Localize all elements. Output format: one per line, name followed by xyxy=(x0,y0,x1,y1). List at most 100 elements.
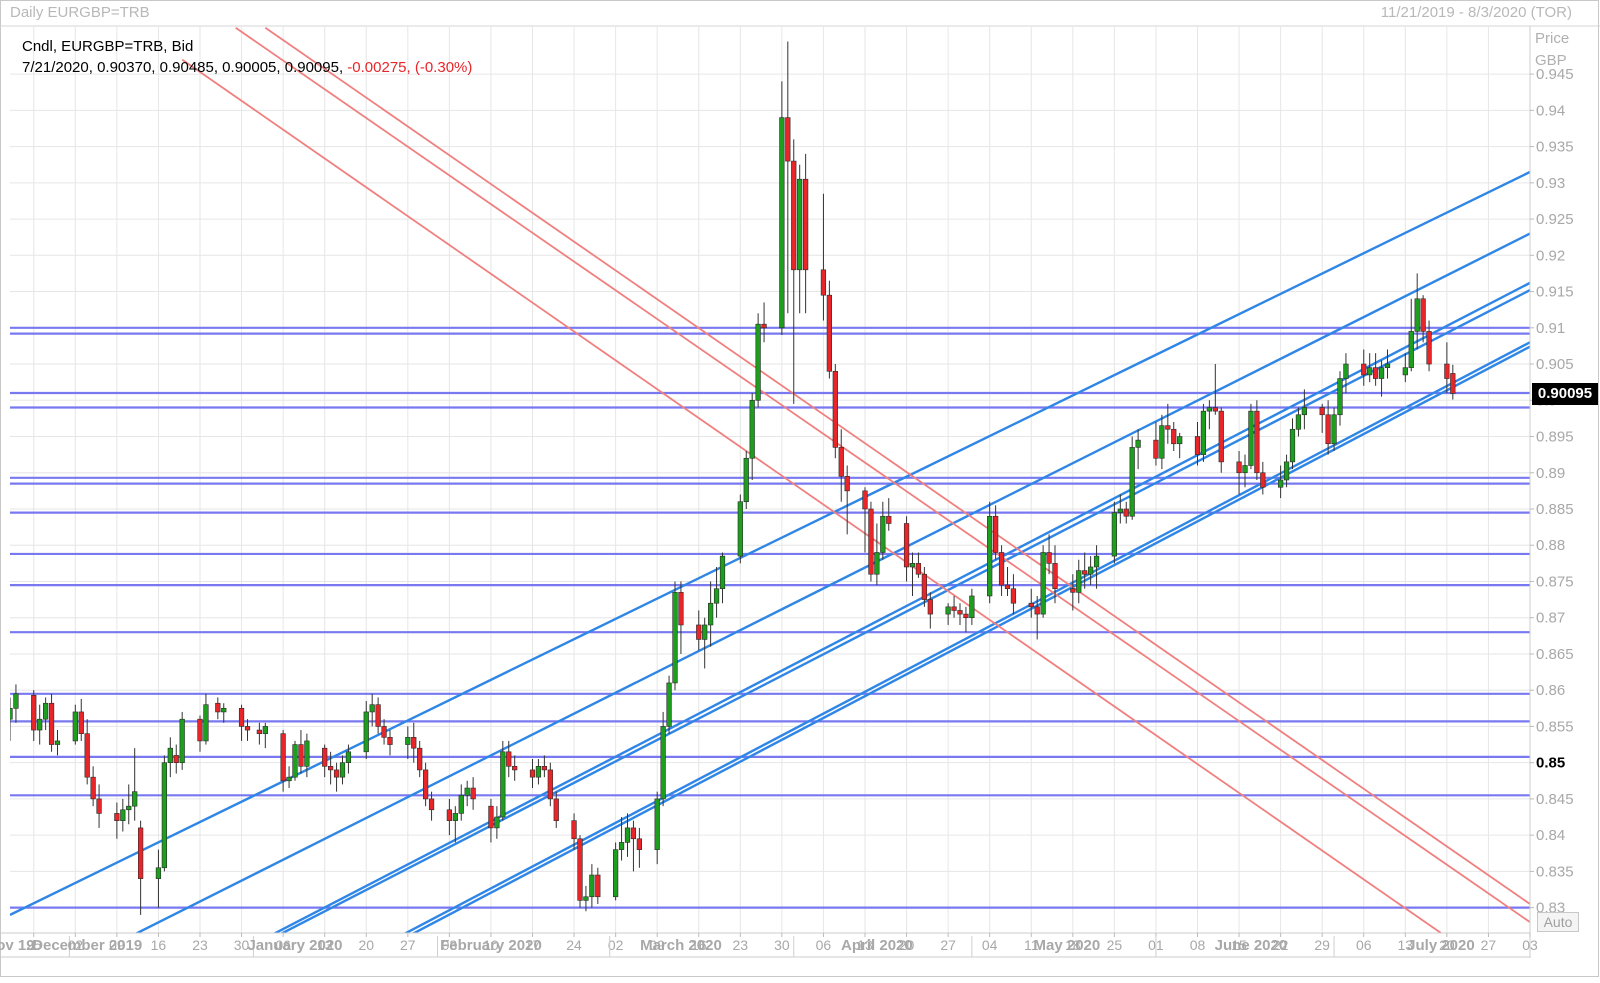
candle-body xyxy=(339,762,346,778)
date-tick-label: 23 xyxy=(192,937,208,953)
candle-body xyxy=(423,769,429,800)
month-label: July 2020 xyxy=(1407,937,1475,954)
candle-body xyxy=(333,769,340,778)
candle-body xyxy=(1129,447,1135,517)
candle-body xyxy=(179,718,185,763)
candle-body xyxy=(126,805,132,811)
candle-body xyxy=(1206,407,1212,412)
price-axis-title-line1: Price xyxy=(1535,30,1570,47)
up-candle xyxy=(613,842,619,901)
date-tick-label: 08 xyxy=(1190,937,1206,953)
candle-body xyxy=(381,726,387,738)
month-label: March 2020 xyxy=(640,937,722,954)
candle-body xyxy=(880,515,886,553)
candle-body xyxy=(749,399,755,459)
date-tick-label: 02 xyxy=(608,937,624,953)
candle-body xyxy=(832,370,838,448)
candle-body xyxy=(322,747,328,767)
price-tick-label: 0.86 xyxy=(1536,682,1565,699)
candle-body xyxy=(197,718,203,742)
candle-body xyxy=(886,515,892,524)
candle-body xyxy=(660,726,666,800)
candle-body xyxy=(713,588,720,604)
candle-body xyxy=(1093,555,1100,568)
price-chart[interactable]: 0.9450.940.9350.930.9250.920.9150.910.90… xyxy=(0,0,1600,978)
candle-body xyxy=(167,747,173,763)
candle-body xyxy=(803,178,809,271)
candle-body xyxy=(791,160,797,271)
candle-body xyxy=(874,552,880,575)
candle-body xyxy=(577,838,583,901)
candle-body xyxy=(72,711,78,742)
candle-body xyxy=(84,733,90,778)
candle-body xyxy=(417,747,423,771)
candle-body xyxy=(1200,410,1207,455)
price-tick-label: 0.895 xyxy=(1536,429,1574,446)
candle-body xyxy=(1414,298,1420,332)
candle-body xyxy=(298,744,304,767)
candle-body xyxy=(1159,425,1165,459)
date-tick-label: 04 xyxy=(982,937,998,953)
candle-body xyxy=(1248,410,1254,466)
candle-body xyxy=(1408,331,1414,368)
candle-body xyxy=(363,711,369,753)
candle-body xyxy=(719,555,726,590)
chart-window: 0.945 0.94 0.935 0.93 0.925 0.92 0.915 0.91 0.90… xyxy=(0,0,1600,978)
candle-body xyxy=(915,563,922,575)
candle-body xyxy=(138,827,144,879)
candle-body xyxy=(31,694,37,731)
candle-body xyxy=(369,704,375,713)
candle-body xyxy=(1010,588,1017,604)
candle-body xyxy=(1177,436,1183,445)
candle-body xyxy=(529,769,536,778)
up-candle xyxy=(500,740,506,821)
candle-body xyxy=(387,737,393,745)
date-tick-label: 20 xyxy=(358,937,374,953)
candle-body xyxy=(1088,566,1094,575)
candle-body xyxy=(921,573,927,600)
candle-body xyxy=(1444,363,1450,379)
candle-body xyxy=(1123,508,1129,517)
candle-body xyxy=(428,798,435,811)
candle-body xyxy=(838,447,844,477)
legend-change-value: -0.00275, (-0.30%) xyxy=(347,59,473,76)
candle-body xyxy=(244,726,251,731)
candle-body xyxy=(506,751,512,767)
candle-body xyxy=(1082,570,1088,575)
candle-body xyxy=(488,805,494,829)
candle-body xyxy=(1242,465,1248,474)
auto-scale-button[interactable]: Auto xyxy=(1537,912,1579,932)
down-candle xyxy=(826,280,832,379)
candle-body xyxy=(48,702,55,745)
price-tick-label: 0.91 xyxy=(1536,320,1565,337)
price-tick-label: 0.87 xyxy=(1536,610,1565,627)
up-candle xyxy=(743,451,749,509)
date-tick-label: 06 xyxy=(816,937,832,953)
candle-body xyxy=(696,624,702,640)
candle-body xyxy=(957,610,963,615)
month-label: May 2020 xyxy=(1034,937,1101,954)
candle-body xyxy=(215,702,221,713)
candle-body xyxy=(1070,588,1076,593)
price-tick-label: 0.89 xyxy=(1536,465,1565,482)
up-candle xyxy=(779,81,785,336)
month-label: December 2019 xyxy=(32,937,142,954)
up-candle xyxy=(179,711,185,770)
candle-body xyxy=(844,476,850,492)
candle-body xyxy=(755,323,761,401)
candle-body xyxy=(1171,428,1177,445)
candle-body xyxy=(779,117,785,329)
candle-body xyxy=(1331,414,1337,445)
candle-body xyxy=(737,501,743,557)
candle-body xyxy=(624,827,631,843)
candle-body xyxy=(1004,584,1011,590)
candle-body xyxy=(132,791,138,807)
candle-body xyxy=(1278,479,1284,488)
candle-body xyxy=(1337,378,1343,416)
candle-body xyxy=(1111,512,1117,557)
candle-body xyxy=(993,515,999,553)
candle-body xyxy=(1373,367,1379,379)
candle-body xyxy=(1367,367,1373,376)
candle-body xyxy=(114,813,120,821)
price-tick-label: 0.845 xyxy=(1536,791,1574,808)
